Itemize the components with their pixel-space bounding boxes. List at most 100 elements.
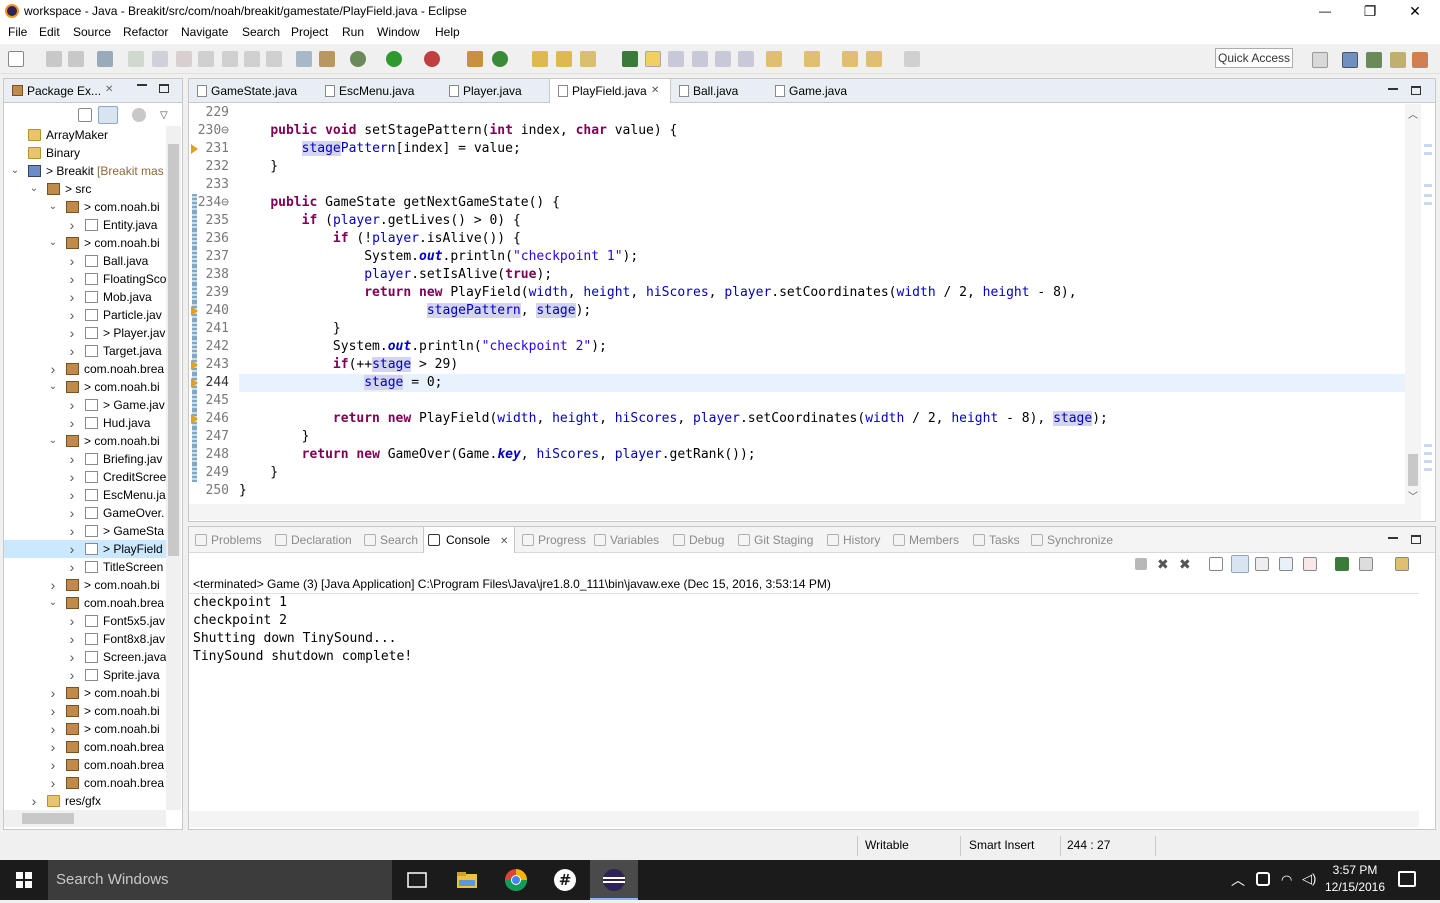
editor-hscrollbar[interactable]	[189, 504, 1421, 520]
chevron-right-icon[interactable]: ›	[48, 738, 58, 756]
menu-edit[interactable]: Edit	[39, 25, 60, 39]
chevron-down-icon[interactable]: ⌄	[48, 378, 58, 396]
maximize-button[interactable]: ❐	[1347, 2, 1393, 20]
chevron-right-icon[interactable]: ›	[67, 252, 77, 270]
tree-item[interactable]: › com.noah.brea	[4, 360, 166, 378]
chevron-right-icon[interactable]: ›	[67, 306, 77, 324]
step-over-icon[interactable]	[244, 51, 260, 67]
tab-git-staging[interactable]: Git Staging	[736, 527, 813, 553]
skip-breakpoints-icon[interactable]	[97, 51, 113, 67]
pin-icon[interactable]	[622, 51, 638, 67]
chevron-right-icon[interactable]: ›	[48, 774, 58, 792]
tab-gamestate[interactable]: GameState.java	[189, 79, 317, 103]
tab-history[interactable]: History	[825, 527, 880, 553]
terminate-icon[interactable]	[176, 51, 192, 67]
chevron-right-icon[interactable]: ›	[67, 270, 77, 288]
tree-item[interactable]: › > com.noah.bi	[4, 720, 166, 738]
prev-annotation-icon[interactable]	[804, 51, 820, 67]
tab-console[interactable]: Console ✕	[423, 527, 516, 553]
run-icon[interactable]	[386, 51, 402, 67]
close-icon[interactable]: ✕	[105, 84, 113, 95]
slack-icon[interactable]: #	[553, 868, 577, 892]
chevron-right-icon[interactable]: ›	[48, 702, 58, 720]
back-icon[interactable]	[866, 51, 882, 67]
scroll-up-icon[interactable]: ︿	[1408, 106, 1418, 121]
menu-file[interactable]: File	[8, 25, 27, 39]
taskbar-search-box[interactable]: Search Windows	[48, 860, 392, 900]
minimize-view-icon[interactable]	[137, 84, 147, 86]
chevron-right-icon[interactable]: ›	[48, 756, 58, 774]
scroll-down-icon[interactable]: ﹀	[1408, 488, 1418, 503]
chevron-right-icon[interactable]: ›	[67, 288, 77, 306]
console-output[interactable]: checkpoint 1 checkpoint 2 Shutting down …	[189, 593, 1419, 811]
tab-variables[interactable]: Variables	[592, 527, 659, 553]
link-with-editor-icon[interactable]	[98, 106, 118, 124]
tab-members[interactable]: Members	[891, 527, 959, 553]
chevron-right-icon[interactable]: ›	[67, 486, 77, 504]
chevron-right-icon[interactable]: ›	[29, 792, 39, 810]
tree-item[interactable]: ArrayMaker	[4, 126, 166, 144]
terminate-icon[interactable]	[1135, 558, 1147, 570]
chevron-right-icon[interactable]: ›	[67, 468, 77, 486]
code-area[interactable]: public void setStagePattern(int index, c…	[239, 104, 1405, 504]
tab-declaration[interactable]: Declaration	[273, 527, 352, 553]
console-vscrollbar[interactable]	[1419, 593, 1435, 811]
show-on-stdout-icon[interactable]	[1279, 557, 1293, 571]
tab-synchronize[interactable]: Synchronize	[1029, 527, 1113, 553]
close-button[interactable]: ✕	[1392, 2, 1438, 20]
word-wrap-icon[interactable]	[1255, 557, 1269, 571]
file-explorer-icon[interactable]	[455, 868, 479, 892]
disconnect-icon[interactable]	[198, 51, 214, 67]
tab-problems[interactable]: Problems	[193, 527, 262, 553]
chevron-down-icon[interactable]: ⌄	[10, 162, 20, 180]
chevron-right-icon[interactable]: ›	[67, 216, 77, 234]
tree-item[interactable]: › Particle.jav	[4, 306, 166, 324]
open-type-icon[interactable]	[532, 51, 548, 67]
open-console-icon[interactable]	[296, 51, 312, 67]
chevron-right-icon[interactable]: ›	[48, 720, 58, 738]
pin-console-icon[interactable]	[1335, 557, 1349, 571]
next-annotation-icon[interactable]	[766, 51, 782, 67]
tree-vscrollbar[interactable]	[166, 126, 181, 810]
eclipse-taskbar-button[interactable]	[590, 860, 638, 900]
new-class-icon[interactable]	[492, 51, 508, 67]
toggle-icon[interactable]	[738, 51, 754, 67]
save-icon[interactable]	[46, 51, 62, 67]
java-perspective-icon[interactable]	[1342, 52, 1358, 68]
chevron-right-icon[interactable]: ›	[67, 558, 77, 576]
tree-item[interactable]: › Font5x5.jav	[4, 612, 166, 630]
scroll-lock-icon[interactable]	[1231, 555, 1249, 573]
show-whitespace-icon[interactable]	[692, 51, 708, 67]
format-icon[interactable]	[715, 51, 731, 67]
tree-item[interactable]: › Font8x8.jav	[4, 630, 166, 648]
tree-item[interactable]: › > com.noah.bi	[4, 702, 166, 720]
mark-occurrences-icon[interactable]	[645, 51, 661, 67]
menu-help[interactable]: Help	[435, 25, 460, 39]
chevron-right-icon[interactable]: ›	[48, 576, 58, 594]
block-selection-icon[interactable]	[668, 51, 684, 67]
tab-ball[interactable]: Ball.java	[671, 79, 767, 103]
tree-item[interactable]: ⌄ > com.noah.bi	[4, 234, 166, 252]
tree-item[interactable]: › Ball.java	[4, 252, 166, 270]
volume-icon[interactable]: ◁)	[1302, 871, 1316, 887]
debug-perspective-icon[interactable]	[1366, 52, 1382, 68]
view-menu-icon[interactable]: ▽	[160, 110, 168, 121]
new-icon[interactable]	[8, 51, 24, 67]
chevron-down-icon[interactable]: ⌄	[48, 432, 58, 450]
chevron-right-icon[interactable]: ›	[67, 630, 77, 648]
chevron-right-icon[interactable]: ›	[48, 360, 58, 378]
tree-item[interactable]: › Entity.java	[4, 216, 166, 234]
chevron-right-icon[interactable]: ›	[67, 324, 77, 342]
overview-ruler[interactable]	[1421, 104, 1435, 504]
display-console-icon[interactable]	[1359, 557, 1373, 571]
quick-access-input[interactable]: Quick Access	[1215, 48, 1293, 68]
tree-item[interactable]: › com.noah.brea	[4, 756, 166, 774]
menu-run[interactable]: Run	[342, 25, 364, 39]
tree-item[interactable]: › com.noah.brea	[4, 774, 166, 792]
tree-item[interactable]: › Screen.java	[4, 648, 166, 666]
tab-progress[interactable]: Progress	[520, 527, 586, 553]
wifi-icon[interactable]: ◠	[1281, 872, 1292, 888]
chevron-right-icon[interactable]: ›	[67, 450, 77, 468]
tree-item[interactable]: › > PlayField	[4, 540, 166, 558]
show-on-stderr-icon[interactable]	[1303, 557, 1317, 571]
